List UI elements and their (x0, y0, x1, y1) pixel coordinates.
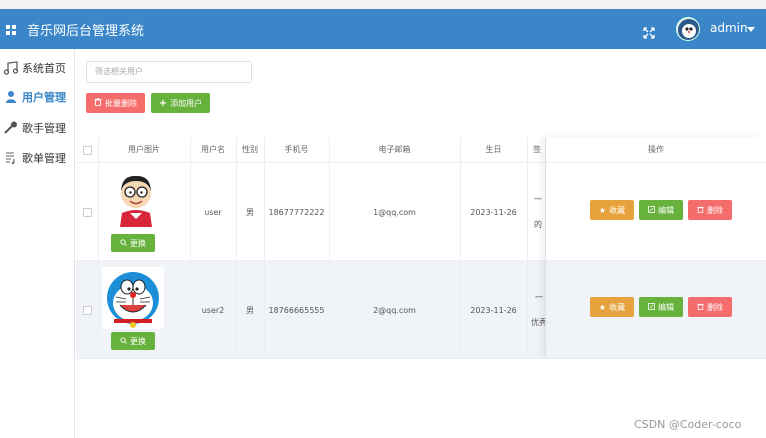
signature-line-1: 一 (535, 293, 543, 302)
delete-button[interactable]: 删除 (688, 297, 732, 317)
sidebar-item-singers[interactable]: 歌手管理 (0, 113, 75, 143)
sidebar-item-label: 歌单管理 (22, 152, 66, 165)
row-checkbox[interactable] (76, 261, 98, 359)
column-divider (527, 137, 528, 359)
column-divider (264, 137, 265, 359)
select-all-checkbox[interactable] (76, 137, 98, 163)
delete-button[interactable]: 删除 (688, 200, 732, 220)
signature-line-1: 一 (534, 195, 542, 204)
microphone-icon (3, 121, 21, 135)
edit-icon (648, 302, 655, 312)
sidebar-item-label: 用户管理 (22, 91, 66, 104)
app-title: 音乐网后台管理系统 (27, 24, 145, 39)
cell-username: user2 (201, 305, 225, 315)
edit-label: 编辑 (658, 302, 674, 312)
window-top-strip (0, 0, 766, 9)
fixed-actions-column: ★ 收藏 编辑 删除 ★ 收藏 编辑 删除 (545, 137, 766, 357)
fullscreen-icon[interactable] (643, 24, 655, 39)
sidebar-item-users[interactable]: 用户管理 (0, 82, 75, 112)
column-divider (98, 137, 99, 359)
col-username: 用户名 (201, 145, 225, 154)
doraemon-avatar (102, 267, 164, 329)
collect-label: 收藏 (609, 302, 626, 312)
cell-signature: 一 的 (531, 163, 545, 261)
column-divider (329, 137, 330, 359)
trash-icon (697, 303, 704, 312)
cell-gender: 男 (246, 305, 254, 315)
change-avatar-button[interactable]: 更换 (111, 332, 155, 350)
col-avatar: 用户图片 (128, 145, 160, 154)
cell-phone: 18766665555 (268, 305, 325, 315)
col-birthday: 生日 (485, 145, 502, 154)
cell-gender: 男 (246, 207, 254, 217)
collect-button[interactable]: ★ 收藏 (590, 297, 634, 317)
sidebar-item-playlists[interactable]: 歌单管理 (0, 143, 75, 173)
delete-label: 删除 (707, 302, 723, 312)
edit-label: 编辑 (658, 205, 674, 215)
sidebar-item-label: 系统首页 (22, 62, 66, 75)
edit-button[interactable]: 编辑 (639, 200, 683, 220)
grid-menu-icon[interactable] (6, 25, 16, 35)
search-icon (120, 336, 127, 346)
column-divider (236, 137, 237, 359)
col-phone: 手机号 (284, 145, 309, 154)
trash-icon (697, 206, 704, 215)
column-divider (190, 137, 191, 359)
row-checkbox[interactable] (76, 163, 98, 261)
trash-icon (94, 98, 102, 108)
main-content: 筛选相关用户 批量删除 + 添加用户 用户图片 用户名 性别 手机号 电子邮箱 … (76, 49, 766, 438)
signature-line-2: 的 (534, 220, 542, 229)
batch-delete-label: 批量删除 (105, 98, 137, 108)
cell-username: user (204, 207, 222, 217)
cell-email: 1@qq.com (373, 207, 416, 217)
watermark: CSDN @Coder-coco (634, 418, 742, 431)
admin-username[interactable]: admin (710, 21, 748, 35)
col-email: 电子邮箱 (378, 145, 411, 154)
add-user-button[interactable]: + 添加用户 (151, 93, 210, 113)
change-label: 更换 (130, 336, 146, 346)
star-icon: ★ (598, 302, 607, 312)
change-label: 更换 (130, 238, 146, 248)
collect-button[interactable]: ★ 收藏 (590, 200, 634, 220)
cell-phone: 18677772222 (268, 207, 325, 217)
playlist-icon (3, 151, 21, 165)
user-search-input[interactable]: 筛选相关用户 (86, 61, 252, 83)
admin-avatar[interactable] (676, 17, 700, 41)
collect-label: 收藏 (609, 205, 626, 215)
sidebar-item-home[interactable]: 系统首页 (0, 53, 75, 83)
plus-icon: + (158, 97, 168, 109)
app-header: 音乐网后台管理系统 admin (0, 9, 766, 49)
batch-delete-button[interactable]: 批量删除 (86, 93, 145, 113)
nobita-avatar (108, 169, 164, 229)
sidebar: 系统首页 用户管理 歌手管理 歌单管理 (0, 49, 75, 438)
user-icon (3, 90, 21, 104)
change-avatar-button[interactable]: 更换 (111, 234, 155, 252)
chevron-down-icon[interactable] (747, 27, 755, 32)
edit-button[interactable]: 编辑 (639, 297, 683, 317)
col-signature: 签 (533, 145, 541, 154)
cell-birthday: 2023-11-26 (470, 305, 517, 315)
col-gender: 性别 (242, 145, 258, 154)
add-user-label: 添加用户 (170, 98, 203, 108)
column-divider (460, 137, 461, 359)
edit-icon (648, 205, 655, 215)
delete-label: 删除 (707, 205, 723, 215)
cell-birthday: 2023-11-26 (470, 207, 517, 217)
cell-email: 2@qq.com (373, 305, 416, 315)
music-note-icon (3, 61, 21, 75)
search-icon (120, 238, 127, 248)
star-icon: ★ (598, 205, 607, 215)
sidebar-item-label: 歌手管理 (22, 122, 66, 135)
